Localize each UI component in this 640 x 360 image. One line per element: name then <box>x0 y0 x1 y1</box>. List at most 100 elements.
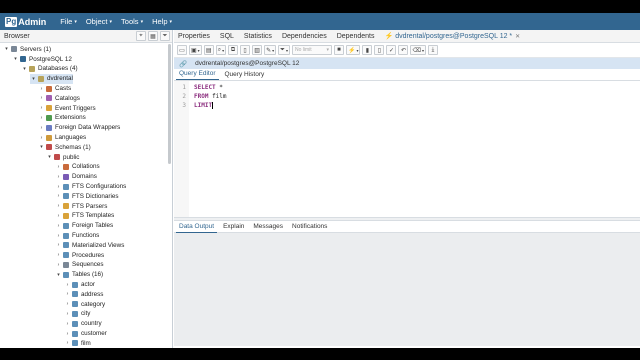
tree-node-databases[interactable]: ▾ Databases (4) <box>21 64 77 74</box>
tree-node-table-customer[interactable]: › customer <box>64 329 107 339</box>
link-icon[interactable]: 🔗 <box>179 60 187 68</box>
tree-node-fts-parsers[interactable]: › FTS Parsers <box>55 201 108 211</box>
chevron-right-icon[interactable]: › <box>38 115 45 121</box>
paste-icon[interactable]: ▯ <box>240 45 251 55</box>
chevron-right-icon[interactable]: › <box>55 252 62 258</box>
query-tool-icon[interactable]: ⌖ <box>136 31 146 41</box>
tree-node-collations[interactable]: › Collations <box>55 162 100 172</box>
tab-sql[interactable]: SQL <box>220 33 234 40</box>
tree-node-languages[interactable]: › Languages <box>38 133 87 143</box>
tab-dependents[interactable]: Dependents <box>337 33 375 40</box>
tree-node-table-category[interactable]: › category <box>64 299 106 309</box>
find-icon[interactable]: ⌕ ▾ <box>215 45 227 55</box>
tab-query-history[interactable]: Query History <box>222 71 268 80</box>
tab-data-output[interactable]: Data Output <box>176 221 218 233</box>
chevron-right-icon[interactable]: › <box>55 193 62 199</box>
chevron-right-icon[interactable]: › <box>64 321 71 327</box>
tree-node-postgresql-12[interactable]: ▾ PostgreSQL 12 <box>12 54 72 64</box>
chevron-right-icon[interactable]: › <box>64 331 71 337</box>
chevron-down-icon[interactable]: ▾ <box>21 66 28 72</box>
tree-node-foreign-tables[interactable]: › Foreign Tables <box>55 221 114 231</box>
tree-node-casts[interactable]: › Casts <box>38 84 71 94</box>
save-icon[interactable]: ▣ ▾ <box>189 45 202 55</box>
tab-notifications[interactable]: Notifications <box>289 221 330 233</box>
chevron-right-icon[interactable]: › <box>55 213 62 219</box>
menu-help[interactable]: Help ▾ <box>152 17 172 26</box>
explain-analyze-icon[interactable]: ▯ <box>374 45 385 55</box>
chevron-down-icon[interactable]: ▾ <box>12 56 19 62</box>
tree-node-public[interactable]: ▾ public <box>46 152 79 162</box>
execute-icon[interactable]: ⚡ ▾ <box>345 45 361 55</box>
grid-view-icon[interactable]: ▦ <box>148 31 158 41</box>
copy-icon[interactable]: ⧉ <box>228 45 239 55</box>
chevron-down-icon[interactable]: ▾ <box>3 46 10 52</box>
download-icon[interactable]: ⤓ <box>427 45 438 55</box>
filter-icon[interactable]: ⏷ <box>160 31 170 41</box>
menu-file[interactable]: File ▾ <box>60 17 77 26</box>
chevron-right-icon[interactable]: › <box>64 282 71 288</box>
commit-icon[interactable]: ✓ <box>386 45 397 55</box>
tree-node-procedures[interactable]: › Procedures <box>55 250 105 260</box>
tab-explain[interactable]: Explain <box>220 221 247 233</box>
chevron-right-icon[interactable]: › <box>55 164 62 170</box>
chevron-right-icon[interactable]: › <box>55 262 62 268</box>
chevron-down-icon[interactable]: ▾ <box>46 154 53 160</box>
edit-pencil-icon[interactable]: ✎ ▾ <box>264 45 277 55</box>
tree-node-table-address[interactable]: › address <box>64 290 104 300</box>
chevron-right-icon[interactable]: › <box>55 174 62 180</box>
menu-tools[interactable]: Tools ▾ <box>121 17 143 26</box>
tree-node-tables[interactable]: ▾ Tables (16) <box>55 270 103 280</box>
tab-messages[interactable]: Messages <box>250 221 286 233</box>
chevron-down-icon[interactable]: ▾ <box>30 76 37 82</box>
tree-node-fts-configurations[interactable]: › FTS Configurations <box>55 182 127 192</box>
chevron-right-icon[interactable]: › <box>38 95 45 101</box>
stop-icon[interactable]: ■ <box>333 45 344 55</box>
chevron-right-icon[interactable]: › <box>55 233 62 239</box>
chevron-right-icon[interactable]: › <box>64 301 71 307</box>
open-file-icon[interactable]: ▭ <box>177 45 187 55</box>
tab-properties[interactable]: Properties <box>178 33 210 40</box>
tree-node-table-city[interactable]: › city <box>64 309 91 319</box>
tree-node-table-actor[interactable]: › actor <box>64 280 95 290</box>
clear-icon[interactable]: ⌫ ▾ <box>410 45 426 55</box>
tab-query-tool[interactable]: ⚡ dvdrental/postgres@PostgreSQL 12 * ✕ <box>384 32 520 41</box>
chevron-right-icon[interactable]: › <box>64 340 71 346</box>
menu-object[interactable]: Object ▾ <box>86 17 112 26</box>
filter-icon[interactable]: ⏷ ▾ <box>278 45 290 55</box>
chevron-right-icon[interactable]: › <box>38 135 45 141</box>
tree-node-domains[interactable]: › Domains <box>55 172 97 182</box>
chevron-right-icon[interactable]: › <box>55 184 62 190</box>
chevron-down-icon[interactable]: ▾ <box>55 272 62 278</box>
chevron-right-icon[interactable]: › <box>55 242 62 248</box>
chevron-right-icon[interactable]: › <box>64 311 71 317</box>
chevron-right-icon[interactable]: › <box>55 223 62 229</box>
tree-node-schemas[interactable]: ▾ Schemas (1) <box>38 143 90 153</box>
tree-node-dvdrental[interactable]: ▾ dvdrental <box>0 73 172 84</box>
tree-node-fts-templates[interactable]: › FTS Templates <box>55 211 115 221</box>
tree-node-catalogs[interactable]: › Catalogs <box>38 94 80 104</box>
tree-node-foreign-data-wrappers[interactable]: › Foreign Data Wrappers <box>38 123 121 133</box>
chevron-right-icon[interactable]: › <box>55 203 62 209</box>
chevron-right-icon[interactable]: › <box>38 105 45 111</box>
edit-icon[interactable]: ▤ <box>203 45 214 55</box>
sql-editor[interactable]: 1 2 3 SELECT * FROM film LIMIT <box>174 81 640 218</box>
chevron-right-icon[interactable]: › <box>38 125 45 131</box>
chevron-right-icon[interactable]: › <box>38 86 45 92</box>
tab-query-editor[interactable]: Query Editor <box>176 70 219 80</box>
tree-node-materialized-views[interactable]: › Materialized Views <box>55 241 125 251</box>
tree-node-servers[interactable]: ▾ Servers (1) <box>3 45 51 55</box>
rollback-icon[interactable]: ↶ <box>398 45 409 55</box>
tree-node-fts-dictionaries[interactable]: › FTS Dictionaries <box>55 192 119 202</box>
tree-node-extensions[interactable]: › Extensions <box>38 113 86 123</box>
chevron-down-icon[interactable]: ▾ <box>38 144 45 150</box>
tree-node-event-triggers[interactable]: › Event Triggers <box>38 103 96 113</box>
tab-statistics[interactable]: Statistics <box>244 33 272 40</box>
tab-dependencies[interactable]: Dependencies <box>282 33 327 40</box>
tree-node-table-country[interactable]: › country <box>64 319 102 329</box>
tree-scrollbar[interactable] <box>168 44 171 164</box>
close-icon[interactable]: ✕ <box>515 33 520 40</box>
limit-select[interactable]: No limit ▾ <box>291 45 332 55</box>
tree-node-sequences[interactable]: › Sequences <box>55 260 104 270</box>
tree-node-functions[interactable]: › Functions <box>55 231 100 241</box>
tree-node-table-film[interactable]: › film <box>64 339 91 348</box>
